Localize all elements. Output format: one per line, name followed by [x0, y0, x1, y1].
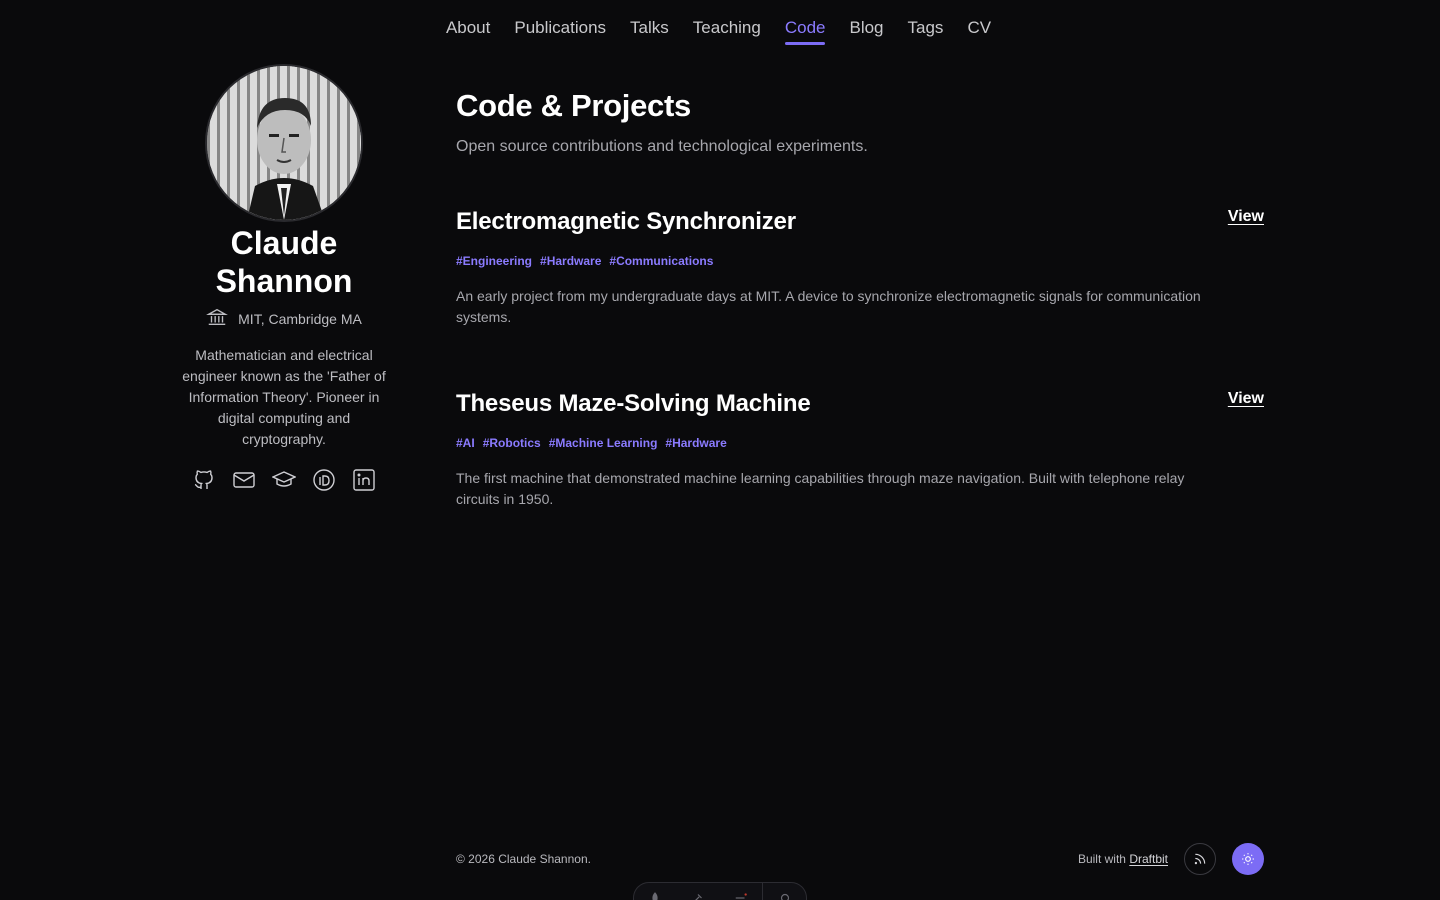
social-links — [192, 468, 376, 492]
scholar-icon[interactable] — [272, 468, 296, 492]
project-card: Theseus Maze-Solving Machine View #AI #R… — [456, 390, 1264, 510]
rocket-icon[interactable] — [634, 891, 677, 900]
main-content: Code & Projects Open source contribution… — [456, 88, 1264, 510]
profile-name: Claude Shannon — [215, 225, 353, 299]
tag-hardware[interactable]: #Hardware — [540, 254, 601, 268]
tag-robotics[interactable]: #Robotics — [483, 436, 541, 450]
avatar — [205, 64, 363, 222]
menu-icon[interactable] — [720, 891, 763, 900]
profile-bio: Mathematician and electrical engineer kn… — [182, 347, 386, 447]
nav-item-cv[interactable]: CV — [955, 0, 1003, 46]
nav-item-teaching[interactable]: Teaching — [681, 0, 773, 46]
tag-engineering[interactable]: #Engineering — [456, 254, 532, 268]
portrait-image — [207, 66, 361, 220]
project-title[interactable]: Electromagnetic Synchronizer — [456, 208, 1264, 236]
orcid-icon[interactable] — [312, 468, 336, 492]
nav-item-talks[interactable]: Talks — [618, 0, 681, 46]
linkedin-icon[interactable] — [352, 468, 376, 492]
affiliation-text: MIT, Cambridge MA — [238, 310, 362, 327]
project-description: The first machine that demonstrated mach… — [456, 470, 1185, 507]
tag-ai[interactable]: #AI — [456, 436, 475, 450]
profile-sidebar: Claude Shannon MIT, Cambridge MA Mathema… — [176, 64, 392, 492]
project-description: An early project from my undergraduate d… — [456, 288, 1201, 325]
institution-icon — [206, 306, 229, 331]
footer-actions: Built with Draftbit — [1078, 843, 1264, 875]
view-link[interactable]: View — [1228, 390, 1264, 408]
copyright: © 2026 Claude Shannon. — [456, 852, 591, 866]
github-icon[interactable] — [192, 468, 216, 492]
view-link[interactable]: View — [1228, 208, 1264, 226]
nav-item-blog[interactable]: Blog — [837, 0, 895, 46]
nav-item-tags[interactable]: Tags — [896, 0, 956, 46]
nav-item-publications[interactable]: Publications — [502, 0, 618, 46]
theme-toggle-button[interactable] — [1232, 843, 1264, 875]
rss-button[interactable] — [1184, 843, 1216, 875]
footer: © 2026 Claude Shannon. Built with Draftb… — [456, 842, 1264, 876]
built-with: Built with Draftbit — [1078, 852, 1168, 866]
built-with-prefix: Built with — [1077, 852, 1126, 866]
sun-icon — [1242, 853, 1254, 865]
top-nav: About Publications Talks Teaching Code B… — [0, 0, 1440, 56]
project-card: Electromagnetic Synchronizer View #Engin… — [456, 208, 1264, 328]
tag-machine-learning[interactable]: #Machine Learning — [549, 436, 658, 450]
affiliation: MIT, Cambridge MA — [206, 306, 362, 331]
tag-hardware[interactable]: #Hardware — [665, 436, 726, 450]
tag-communications[interactable]: #Communications — [609, 254, 713, 268]
settings-icon[interactable] — [763, 891, 806, 900]
tag-list: #AI #Robotics #Machine Learning #Hardwar… — [456, 436, 1264, 450]
nav-item-about[interactable]: About — [434, 0, 502, 46]
project-title[interactable]: Theseus Maze-Solving Machine — [456, 390, 1264, 418]
email-icon[interactable] — [232, 468, 256, 492]
rss-icon — [1194, 853, 1206, 865]
draftbit-link[interactable]: Draftbit — [1129, 852, 1168, 866]
tag-list: #Engineering #Hardware #Communications — [456, 254, 1264, 268]
brush-icon[interactable] — [677, 891, 720, 900]
nav-list: About Publications Talks Teaching Code B… — [434, 0, 1003, 56]
nav-item-code[interactable]: Code — [773, 0, 838, 46]
page-title: Code & Projects — [456, 88, 691, 123]
dev-toolbar — [633, 882, 807, 900]
page-subtitle: Open source contributions and technologi… — [456, 138, 868, 155]
